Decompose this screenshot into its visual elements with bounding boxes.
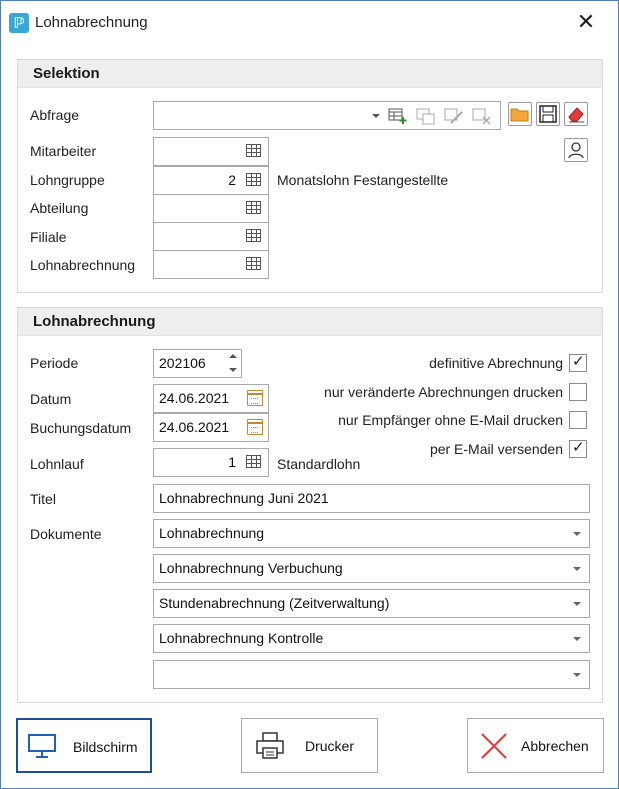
lohngruppe-field[interactable]: 2 bbox=[153, 166, 269, 195]
option-checkbox[interactable]: ✓ bbox=[569, 438, 587, 458]
cancel-x-icon bbox=[481, 733, 507, 759]
mitarbeiter-label: Mitarbeiter bbox=[30, 143, 97, 159]
datum-field[interactable]: 24.06.2021 bbox=[153, 384, 269, 413]
dokument-select[interactable]: Stundenabrechnung (Zeitverwaltung) bbox=[153, 589, 590, 618]
edit-query-icon[interactable] bbox=[444, 107, 464, 125]
dokument-select[interactable]: Lohnabrechnung bbox=[153, 519, 590, 548]
open-folder-button[interactable] bbox=[508, 102, 532, 126]
lohnlauf-label: Lohnlauf bbox=[30, 456, 84, 472]
abteilung-label: Abteilung bbox=[30, 200, 89, 216]
title-bar: ℙ Lohnabrechnung ✕ bbox=[1, 1, 618, 45]
monitor-icon bbox=[28, 734, 56, 758]
add-query-icon[interactable] bbox=[388, 107, 408, 125]
buchungsdatum-label: Buchungsdatum bbox=[30, 420, 132, 436]
check-icon: ✓ bbox=[572, 352, 585, 370]
chevron-down-icon[interactable] bbox=[573, 673, 581, 677]
table-icon[interactable] bbox=[246, 201, 261, 214]
table-icon[interactable] bbox=[246, 173, 261, 186]
option-label: definitive Abrechnung bbox=[429, 355, 563, 371]
check-icon: ✓ bbox=[572, 438, 585, 456]
abbrechen-label: Abbrechen bbox=[521, 738, 589, 754]
chevron-down-icon[interactable] bbox=[573, 637, 581, 641]
lohnlauf-description: Standardlohn bbox=[277, 456, 361, 472]
person-icon bbox=[568, 142, 584, 159]
table-icon[interactable] bbox=[246, 455, 261, 468]
copy-query-icon[interactable] bbox=[416, 107, 436, 125]
bildschirm-button[interactable]: Bildschirm bbox=[16, 718, 152, 773]
save-button[interactable] bbox=[536, 102, 560, 126]
titel-input[interactable]: Lohnabrechnung Juni 2021 bbox=[153, 484, 590, 513]
option-label: nur Empfänger ohne E-Mail drucken bbox=[338, 412, 563, 428]
option-checkbox[interactable]: ✓ bbox=[569, 352, 587, 372]
dokument-select[interactable]: Lohnabrechnung Kontrolle bbox=[153, 624, 590, 653]
lohnabrechnung-filter-label: Lohnabrechnung bbox=[30, 257, 136, 273]
titel-label: Titel bbox=[30, 491, 56, 507]
save-icon bbox=[539, 105, 557, 123]
close-button[interactable]: ✕ bbox=[571, 9, 601, 37]
eraser-icon bbox=[568, 107, 584, 123]
table-icon[interactable] bbox=[246, 229, 261, 242]
lohnabrechnung-header: Lohnabrechnung bbox=[18, 308, 602, 336]
filiale-field[interactable] bbox=[153, 222, 269, 251]
delete-query-icon[interactable] bbox=[472, 107, 492, 125]
table-icon[interactable] bbox=[246, 257, 261, 270]
dialog-window: ℙ Lohnabrechnung ✕ Selektion Abfrage Mit… bbox=[0, 0, 619, 789]
datum-label: Datum bbox=[30, 391, 72, 407]
periode-label: Periode bbox=[30, 355, 79, 371]
printer-icon bbox=[256, 732, 284, 759]
mitarbeiter-field[interactable] bbox=[153, 137, 269, 166]
lohngruppe-label: Lohngruppe bbox=[30, 172, 105, 188]
drucker-button[interactable]: Drucker bbox=[241, 718, 378, 773]
bildschirm-label: Bildschirm bbox=[73, 739, 138, 755]
spinner-arrows-icon[interactable] bbox=[229, 353, 238, 374]
abteilung-field[interactable] bbox=[153, 194, 269, 223]
periode-spinner[interactable]: 202106 bbox=[153, 349, 242, 378]
abfrage-combobox[interactable] bbox=[153, 101, 501, 130]
dokumente-label: Dokumente bbox=[30, 526, 102, 542]
buchungsdatum-field[interactable]: 24.06.2021 bbox=[153, 413, 269, 442]
clear-button[interactable] bbox=[564, 102, 588, 126]
chevron-down-icon[interactable] bbox=[573, 602, 581, 606]
abfrage-label: Abfrage bbox=[30, 107, 80, 123]
selektion-header: Selektion bbox=[18, 60, 602, 88]
lohnabrechnung-filter-field[interactable] bbox=[153, 250, 269, 279]
window-title: Lohnabrechnung bbox=[35, 14, 148, 31]
abfrage-dropdown-arrow-icon[interactable] bbox=[372, 114, 380, 118]
calendar-icon[interactable] bbox=[247, 419, 263, 435]
drucker-label: Drucker bbox=[305, 738, 355, 754]
person-select-button[interactable] bbox=[564, 138, 588, 162]
chevron-down-icon[interactable] bbox=[573, 532, 581, 536]
abbrechen-button[interactable]: Abbrechen bbox=[467, 718, 604, 773]
app-icon: ℙ bbox=[9, 13, 29, 33]
dokument-select[interactable]: Lohnabrechnung Verbuchung bbox=[153, 554, 590, 583]
dokument-select[interactable] bbox=[153, 660, 590, 689]
folder-icon bbox=[510, 108, 529, 122]
table-icon[interactable] bbox=[246, 144, 261, 157]
option-label: nur veränderte Abrechnungen drucken bbox=[324, 384, 563, 400]
filiale-label: Filiale bbox=[30, 229, 67, 245]
lohnlauf-field[interactable]: 1 bbox=[153, 448, 269, 477]
option-label: per E-Mail versenden bbox=[429, 441, 563, 457]
chevron-down-icon[interactable] bbox=[573, 567, 581, 571]
option-checkbox[interactable] bbox=[569, 383, 587, 401]
calendar-icon[interactable] bbox=[247, 390, 263, 406]
option-checkbox[interactable] bbox=[569, 411, 587, 429]
lohngruppe-description: Monatslohn Festangestellte bbox=[277, 172, 449, 188]
